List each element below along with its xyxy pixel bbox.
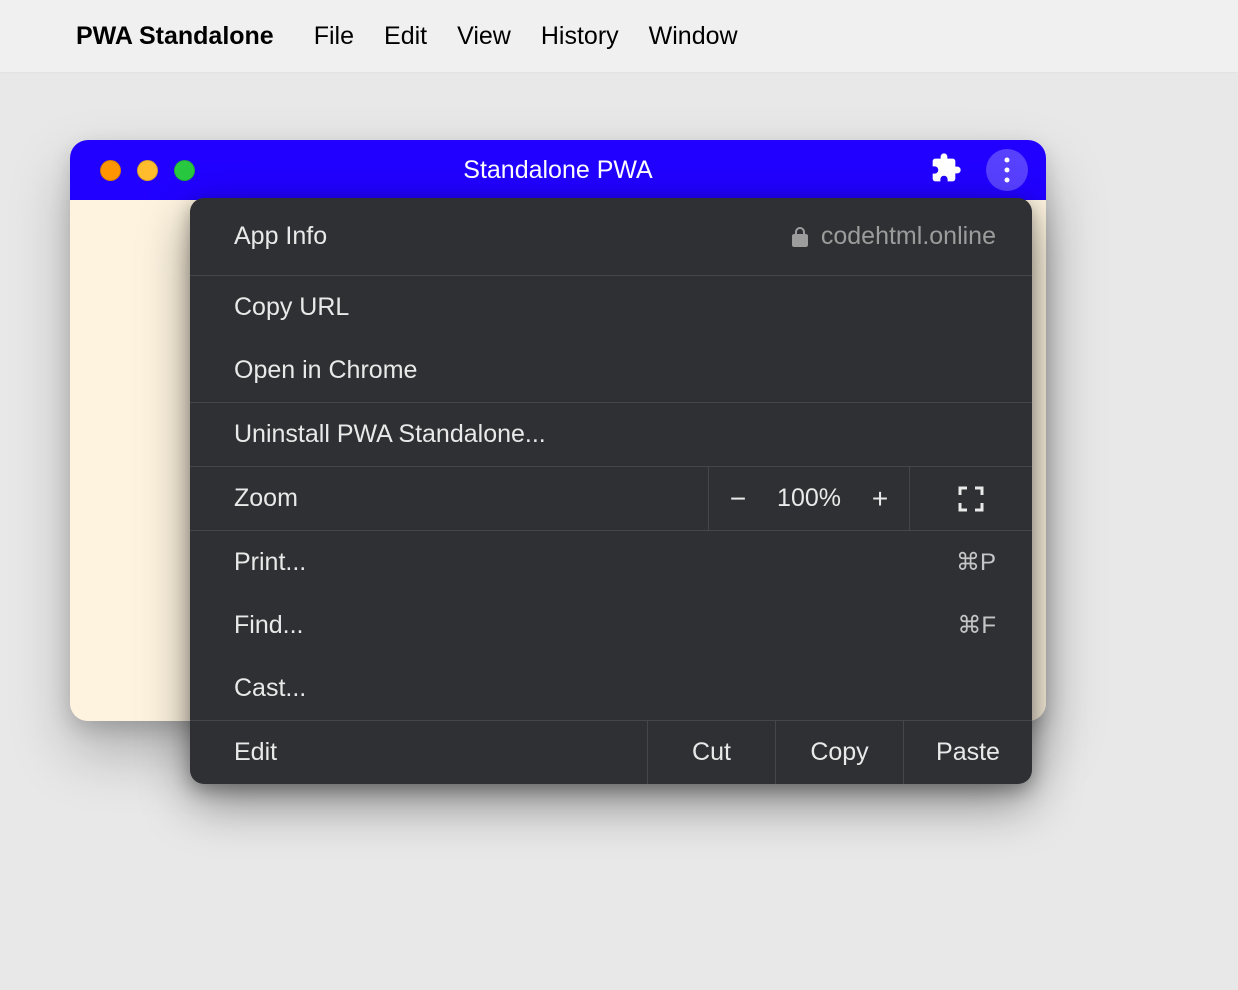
zoom-out-button[interactable]: −	[709, 483, 767, 515]
copy-button[interactable]: Copy	[776, 721, 904, 784]
menu-zoom-row: Zoom − 100% +	[190, 467, 1032, 531]
app-domain: codehtml.online	[821, 222, 996, 251]
menu-edit-row: Edit Cut Copy Paste	[190, 721, 1032, 784]
menubar-app-name[interactable]: PWA Standalone	[76, 22, 274, 51]
lock-icon	[791, 226, 809, 248]
window-maximize-button[interactable]	[174, 160, 195, 181]
menu-file[interactable]: File	[314, 22, 354, 51]
print-shortcut: ⌘P	[956, 548, 996, 577]
menu-window[interactable]: Window	[649, 22, 738, 51]
extensions-icon[interactable]	[930, 152, 962, 189]
window-titlebar: Standalone PWA	[70, 140, 1046, 200]
menu-find[interactable]: Find... ⌘F	[190, 594, 1032, 657]
menu-view[interactable]: View	[457, 22, 511, 51]
window-close-button[interactable]	[100, 160, 121, 181]
menu-cast[interactable]: Cast...	[190, 657, 1032, 720]
traffic-lights	[100, 160, 195, 181]
fullscreen-button[interactable]	[910, 467, 1032, 530]
window-title: Standalone PWA	[463, 156, 652, 185]
paste-button[interactable]: Paste	[904, 721, 1032, 784]
menu-copy-url[interactable]: Copy URL	[190, 276, 1032, 339]
app-info-label: App Info	[234, 222, 327, 251]
menu-uninstall[interactable]: Uninstall PWA Standalone...	[190, 403, 1032, 466]
macos-menubar: PWA Standalone File Edit View History Wi…	[0, 0, 1238, 73]
menu-edit[interactable]: Edit	[384, 22, 427, 51]
cut-button[interactable]: Cut	[648, 721, 776, 784]
zoom-in-button[interactable]: +	[851, 483, 909, 515]
app-menu-dropdown: App Info codehtml.online Copy URL Open i…	[190, 198, 1032, 784]
menu-open-in-chrome[interactable]: Open in Chrome	[190, 339, 1032, 402]
more-options-button[interactable]	[986, 149, 1028, 191]
window-minimize-button[interactable]	[137, 160, 158, 181]
menu-app-info[interactable]: App Info codehtml.online	[190, 198, 1032, 275]
menu-print[interactable]: Print... ⌘P	[190, 531, 1032, 594]
find-shortcut: ⌘F	[957, 611, 996, 640]
menu-history[interactable]: History	[541, 22, 619, 51]
edit-label: Edit	[234, 738, 277, 767]
zoom-percentage: 100%	[767, 484, 851, 513]
fullscreen-icon	[957, 485, 985, 513]
zoom-label: Zoom	[234, 484, 298, 513]
